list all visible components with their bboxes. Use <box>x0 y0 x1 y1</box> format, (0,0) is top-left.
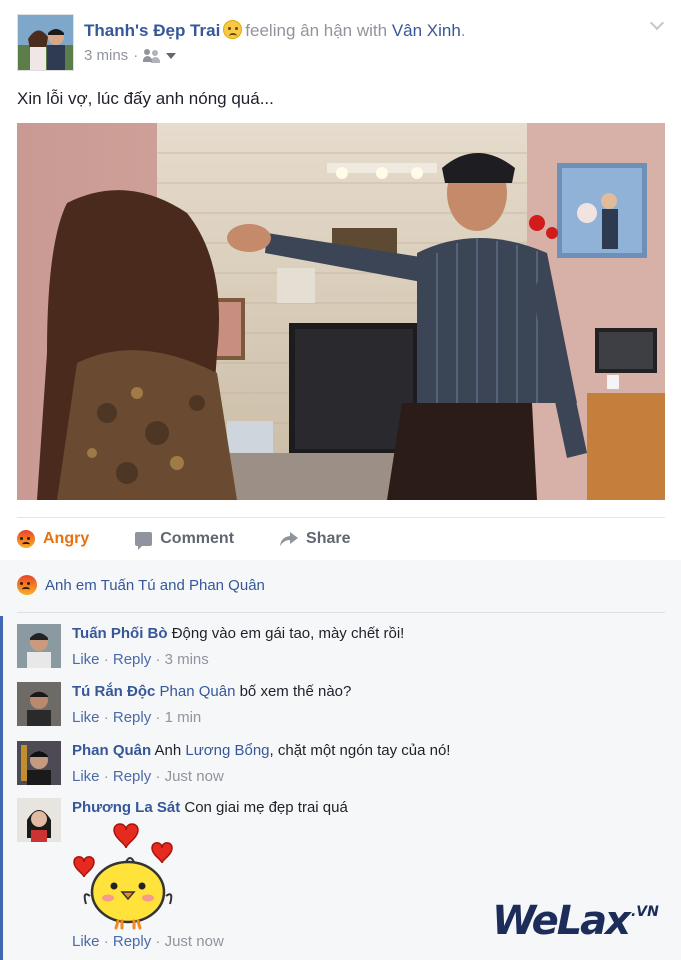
caret-down-icon[interactable] <box>166 52 177 59</box>
comment-text: , chặt một ngón tay của nó! <box>269 742 451 759</box>
post-meta: 3 mins · <box>84 47 177 64</box>
comment-meta: Like · Reply · 1 min <box>72 709 202 726</box>
reactions-summary-text[interactable]: Anh em Tuấn Tú and Phan Quân <box>45 577 265 594</box>
commenter-avatar[interactable] <box>17 624 61 668</box>
facebook-post: Thanh's Đẹp Trai feeling ân hận with Vân … <box>0 0 681 960</box>
angry-face-icon <box>17 575 37 595</box>
comment-body: Tú Rắn Độc Phan Quân bố xem thế nào? <box>72 683 351 700</box>
comment-label: Comment <box>160 530 235 547</box>
comment-pre-mention: Anh <box>154 742 182 759</box>
angry-label: Angry <box>43 530 90 547</box>
tagged-friend[interactable]: Vân Xinh <box>392 21 461 40</box>
author-avatar[interactable] <box>17 14 74 71</box>
angry-face-icon <box>17 530 35 548</box>
comment-text: Động vào em gái tao, mày chết rồi! <box>171 625 405 642</box>
commenter-name[interactable]: Phan Quân <box>72 742 151 759</box>
share-button[interactable]: Share <box>280 530 350 548</box>
comment-button[interactable]: Comment <box>135 530 235 550</box>
comment-time[interactable]: 1 min <box>165 709 202 726</box>
comment-time[interactable]: Just now <box>165 933 224 950</box>
reply-link[interactable]: Reply <box>113 933 151 950</box>
divider <box>17 517 665 518</box>
comment-time[interactable]: Just now <box>165 768 224 785</box>
welax-watermark: WeLax .VN <box>492 898 659 944</box>
like-link[interactable]: Like <box>72 651 100 668</box>
commenter-name[interactable]: Phương La Sát <box>72 799 180 816</box>
reply-link[interactable]: Reply <box>113 709 151 726</box>
comment-text: bố xem thế nào? <box>239 683 352 700</box>
sad-emoji-icon <box>223 20 243 39</box>
author-line: Thanh's Đẹp Trai feeling ân hận with Vân … <box>84 20 466 41</box>
action-bar: Angry Comment Share <box>17 520 665 558</box>
comments-accent-bar <box>0 616 3 960</box>
share-icon <box>280 532 299 546</box>
comment-time[interactable]: 3 mins <box>165 651 209 668</box>
comment-body: Phan Quân Anh Lương Bổng, chặt một ngón … <box>72 742 450 759</box>
comment-body: Tuấn Phối Bò Động vào em gái tao, mày ch… <box>72 625 404 642</box>
meta-separator: · <box>133 47 139 64</box>
like-link[interactable]: Like <box>72 933 100 950</box>
angry-reaction-button[interactable]: Angry <box>17 530 89 548</box>
chick-sticker <box>72 820 180 930</box>
tagged-suffix: . <box>460 21 466 40</box>
mention-link[interactable]: Phan Quân <box>160 683 236 700</box>
watermark-main: WeLax <box>492 898 631 944</box>
comment-meta: Like · Reply · Just now <box>72 768 224 785</box>
comment-text: Con giai mẹ đẹp trai quá <box>184 799 348 816</box>
commenter-name[interactable]: Tú Rắn Độc <box>72 683 155 700</box>
post-text: Xin lỗi vợ, lúc đấy anh nóng quá... <box>17 89 274 108</box>
chevron-down-icon[interactable] <box>650 18 664 32</box>
comment-meta: Like · Reply · Just now <box>72 933 224 950</box>
share-label: Share <box>306 530 351 547</box>
comment-body: Phương La Sát Con giai mẹ đẹp trai quá <box>72 799 348 816</box>
commenter-avatar[interactable] <box>17 798 61 842</box>
mention-link[interactable]: Lương Bổng <box>185 742 269 759</box>
commenter-name[interactable]: Tuấn Phối Bò <box>72 625 168 642</box>
post-photo[interactable] <box>17 123 665 500</box>
comment-meta: Like · Reply · 3 mins <box>72 651 209 668</box>
feeling-text: feeling ân hận with <box>245 21 388 40</box>
divider <box>17 612 665 613</box>
post-time[interactable]: 3 mins <box>84 47 128 64</box>
like-link[interactable]: Like <box>72 709 100 726</box>
like-link[interactable]: Like <box>72 768 100 785</box>
reply-link[interactable]: Reply <box>113 768 151 785</box>
comment-icon <box>135 532 153 550</box>
reactions-summary[interactable]: Anh em Tuấn Tú and Phan Quân <box>17 575 265 595</box>
friends-icon[interactable] <box>143 49 161 62</box>
author-name[interactable]: Thanh's Đẹp Trai <box>84 21 220 40</box>
commenter-avatar[interactable] <box>17 682 61 726</box>
commenter-avatar[interactable] <box>17 741 61 785</box>
reply-link[interactable]: Reply <box>113 651 151 668</box>
watermark-sub: .VN <box>630 904 659 920</box>
